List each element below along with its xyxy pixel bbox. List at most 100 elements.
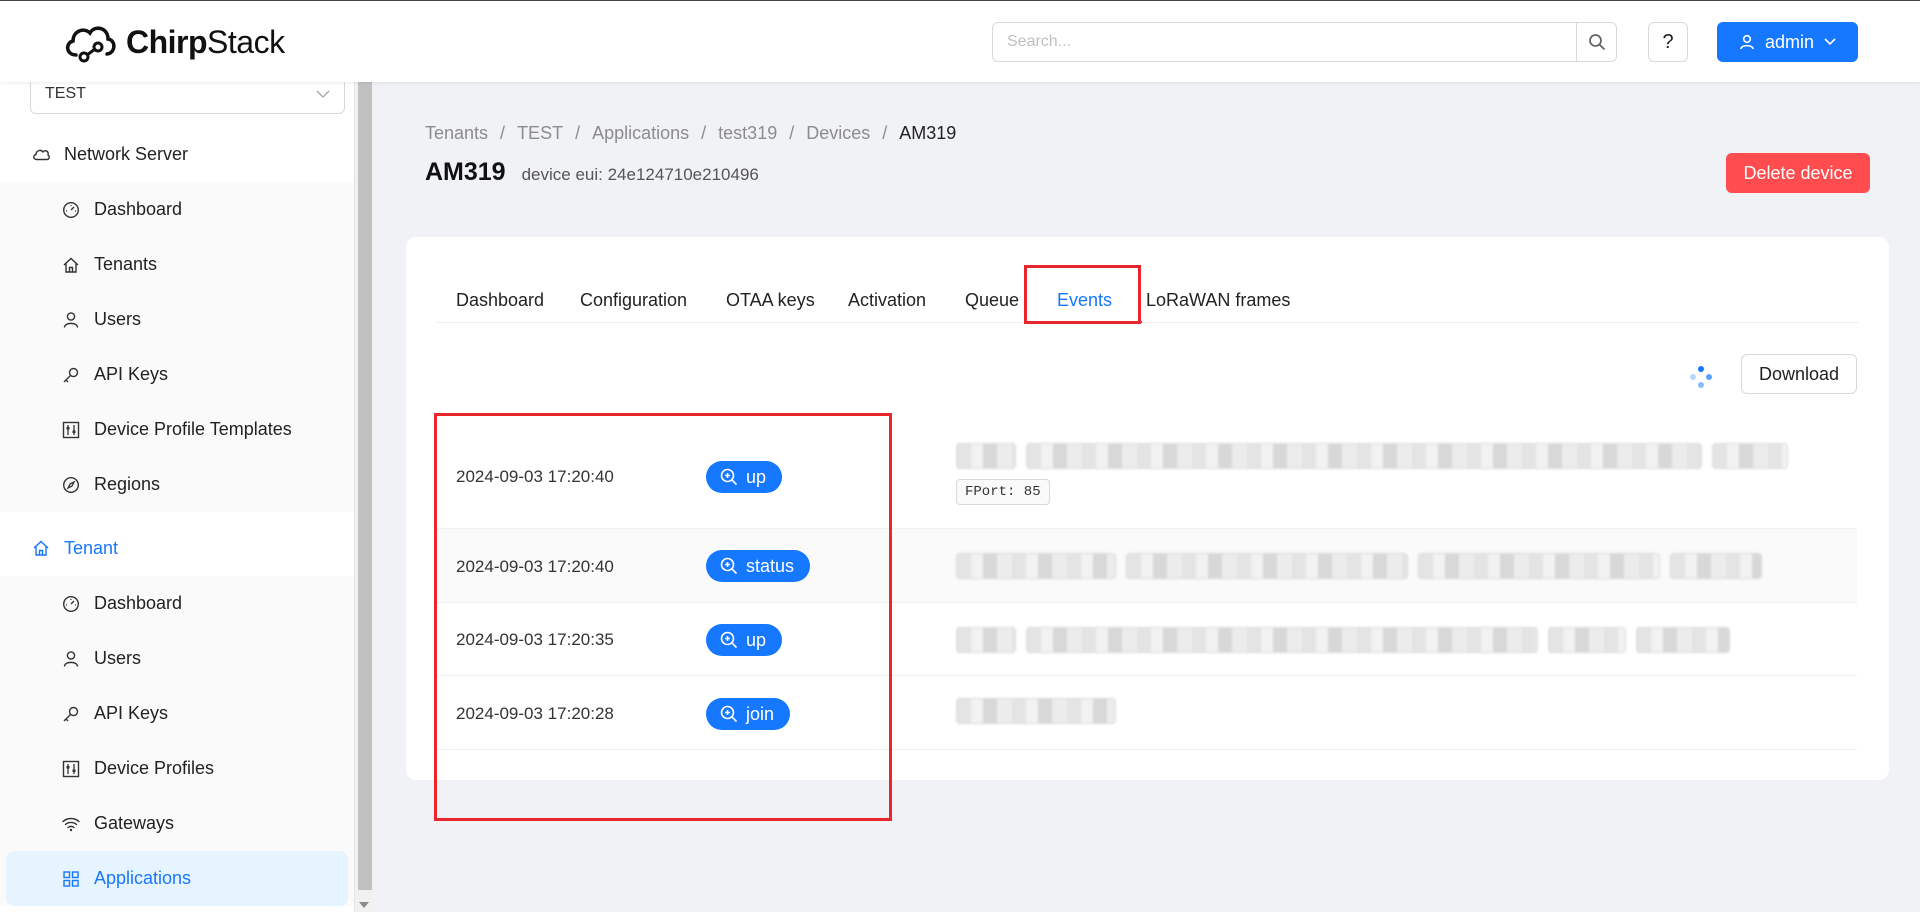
redacted-chip xyxy=(1548,627,1626,653)
fport-chip: FPort: 85 xyxy=(956,479,1050,505)
tab-activation[interactable]: Activation xyxy=(848,277,926,323)
redacted-chip xyxy=(1418,553,1660,579)
tab-lorawan-frames[interactable]: LoRaWAN frames xyxy=(1146,277,1290,323)
breadcrumb-devices[interactable]: Devices xyxy=(806,123,870,144)
redacted-chip xyxy=(956,698,1116,724)
sidebar-item-label: Device Profile Templates xyxy=(94,419,292,439)
sidebar-scrollbar[interactable] xyxy=(354,82,374,912)
sidebar-item-ns-users[interactable]: Users xyxy=(0,292,354,347)
tab-label: Dashboard xyxy=(456,289,545,310)
help-button[interactable]: ? xyxy=(1648,22,1688,62)
sidebar-item-ns-tenants[interactable]: Tenants xyxy=(0,237,354,292)
search-button[interactable] xyxy=(1576,23,1616,61)
tab-label: Queue xyxy=(965,289,1020,310)
sidebar-item-tenant-device-profiles[interactable]: Device Profiles xyxy=(0,741,354,796)
tab-label: Activation xyxy=(848,289,927,310)
chevron-down-icon xyxy=(1824,38,1836,46)
search-input[interactable] xyxy=(993,23,1576,61)
search-box xyxy=(992,22,1617,62)
event-payload: FPort: 85 xyxy=(956,443,1816,505)
tenant-select[interactable]: TEST xyxy=(30,82,345,114)
sidebar-item-tenant-dashboard[interactable]: Dashboard xyxy=(0,576,354,631)
scrollbar-thumb[interactable] xyxy=(358,82,372,890)
redacted-chip xyxy=(1026,627,1538,653)
dashboard-icon xyxy=(62,201,80,219)
tab-label: OTAA keys xyxy=(726,289,815,310)
sidebar-item-label: Users xyxy=(94,309,142,329)
tab-configuration[interactable]: Configuration xyxy=(580,277,687,323)
event-payload xyxy=(956,698,1816,724)
redacted-chip xyxy=(956,627,1016,653)
redacted-chip xyxy=(1712,443,1788,469)
tab-otaa-keys[interactable]: OTAA keys xyxy=(726,277,815,323)
event-payload xyxy=(956,627,1816,653)
menu-group-tenant[interactable]: Tenant xyxy=(0,520,354,576)
sidebar-item-label: Device Profiles xyxy=(94,758,215,778)
menu-group-network-server[interactable]: Network Server xyxy=(0,126,354,182)
sidebar-item-ns-regions[interactable]: Regions xyxy=(0,457,354,512)
key-icon xyxy=(62,705,80,723)
cloud-logo-icon xyxy=(66,26,116,63)
sliders-icon xyxy=(62,760,80,778)
page-title: AM319 xyxy=(425,158,506,186)
home-icon xyxy=(62,256,80,274)
sidebar-item-label: Dashboard xyxy=(94,199,183,219)
top-header: ChirpStack ? admin xyxy=(0,0,1920,82)
sidebar-item-tenant-users[interactable]: Users xyxy=(0,631,354,686)
sidebar-item-label: API Keys xyxy=(94,703,169,723)
breadcrumb-current: AM319 xyxy=(899,123,957,143)
redacted-chip xyxy=(1636,627,1730,653)
breadcrumb-applications[interactable]: Applications xyxy=(592,123,689,144)
breadcrumb-tenants[interactable]: Tenants xyxy=(425,123,488,144)
home-icon xyxy=(32,539,50,557)
sidebar-item-tenant-gateways[interactable]: Gateways xyxy=(0,796,354,851)
page-header: AM319 device eui: 24e124710e210496 xyxy=(425,158,759,187)
sidebar-item-tenant-applications[interactable]: Applications xyxy=(6,851,348,906)
sidebar-item-label: API Keys xyxy=(94,364,169,384)
breadcrumb-separator: / xyxy=(701,123,707,143)
menu-group-label: Network Server xyxy=(64,143,189,164)
sidebar-item-label: Tenants xyxy=(94,254,158,274)
user-icon xyxy=(62,650,80,668)
breadcrumb-tenant[interactable]: TEST xyxy=(517,123,563,144)
sliders-icon xyxy=(62,421,80,439)
download-button[interactable]: Download xyxy=(1741,354,1857,394)
wifi-icon xyxy=(62,815,80,833)
cloud-icon xyxy=(32,145,50,163)
sidebar-item-ns-device-profile-templates[interactable]: Device Profile Templates xyxy=(0,402,354,457)
search-icon xyxy=(1588,34,1605,50)
redacted-chip xyxy=(956,553,1116,579)
page-subtitle: device eui: 24e124710e210496 xyxy=(521,165,759,184)
sidebar-item-label: Applications xyxy=(94,868,192,888)
tenant-select-value: TEST xyxy=(45,85,86,102)
redacted-chip xyxy=(1670,553,1762,579)
sidebar: TEST Network Server Dashboard Tenants Us… xyxy=(0,82,354,912)
breadcrumb: Tenants / TEST / Applications / test319 / De… xyxy=(425,123,956,144)
compass-icon xyxy=(62,476,80,494)
redacted-chip xyxy=(1126,553,1408,579)
tab-queue[interactable]: Queue xyxy=(965,277,1019,323)
user-menu-button[interactable]: admin xyxy=(1717,22,1858,62)
sidebar-item-label: Regions xyxy=(94,474,161,494)
breadcrumb-separator: / xyxy=(575,123,581,143)
logo-text: ChirpStack xyxy=(126,23,285,60)
tenant-submenu: Dashboard Users API Keys Device Profiles… xyxy=(0,576,354,906)
user-icon xyxy=(1740,34,1754,50)
scroll-down-arrow-icon[interactable] xyxy=(359,902,369,908)
tab-dashboard[interactable]: Dashboard xyxy=(456,277,544,323)
sidebar-item-ns-api-keys[interactable]: API Keys xyxy=(0,347,354,402)
events-tab-highlight xyxy=(1024,265,1141,324)
redacted-chip xyxy=(956,443,1016,469)
sidebar-item-tenant-api-keys[interactable]: API Keys xyxy=(0,686,354,741)
breadcrumb-application[interactable]: test319 xyxy=(718,123,777,144)
network-server-submenu: Dashboard Tenants Users API Keys Device … xyxy=(0,182,354,512)
user-label: admin xyxy=(1764,31,1815,52)
sidebar-item-ns-dashboard[interactable]: Dashboard xyxy=(0,182,354,237)
download-label: Download xyxy=(1758,363,1840,384)
user-icon xyxy=(62,311,80,329)
delete-device-button[interactable]: Delete device xyxy=(1726,153,1870,193)
chirpstack-logo[interactable]: ChirpStack xyxy=(62,19,285,65)
sidebar-item-label: Dashboard xyxy=(94,593,183,613)
breadcrumb-separator: / xyxy=(500,123,506,143)
device-tabs: Dashboard Configuration OTAA keys Activa… xyxy=(436,277,1859,323)
